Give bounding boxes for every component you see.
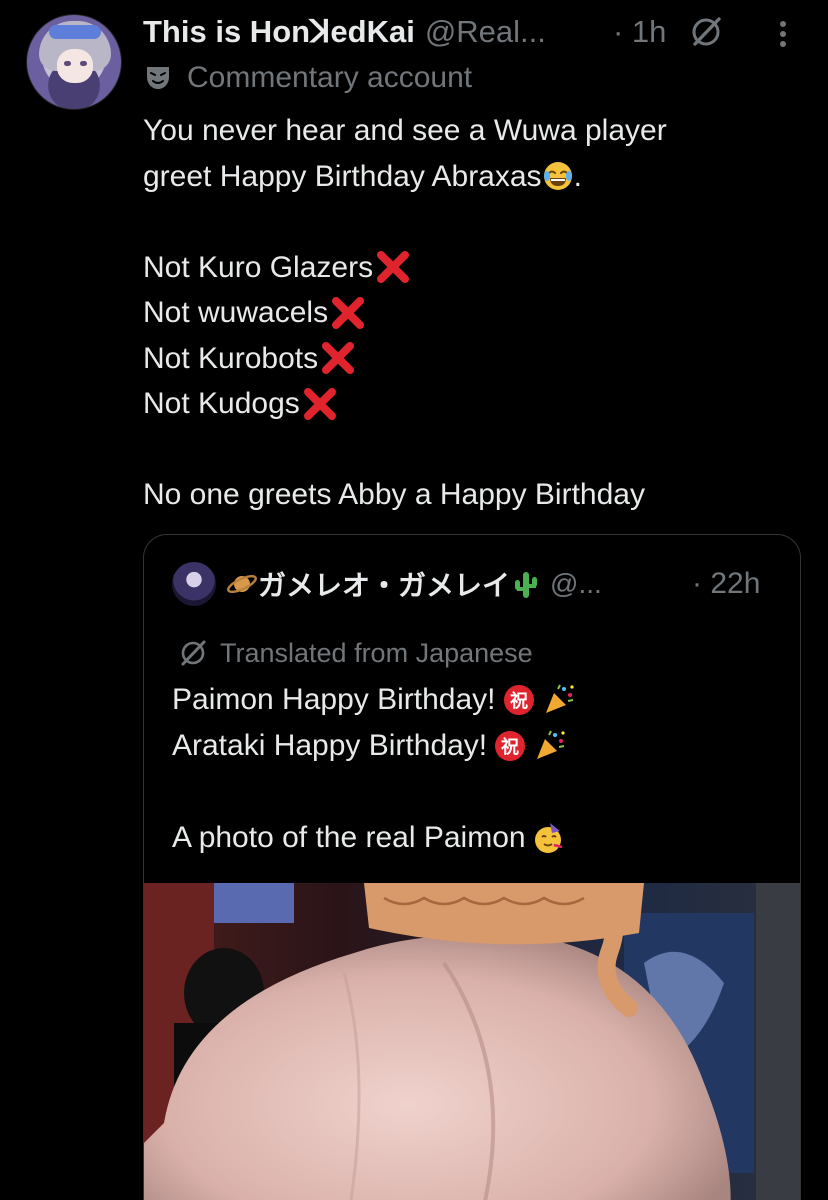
cactus-icon	[515, 572, 538, 598]
quoted-tweet-header: ガメレオ・ガメレイ @... · 22h	[172, 561, 782, 607]
author-handle[interactable]: @Real...	[425, 14, 546, 50]
cross-mark-icon	[322, 342, 355, 375]
quote-line: A photo of the real Paimon	[172, 815, 782, 861]
more-vertical-icon[interactable]	[773, 16, 793, 52]
paimon-costume-photo	[144, 883, 800, 1200]
quote-line: Paimon Happy Birthday! 祝	[172, 677, 782, 723]
svg-text:祝: 祝	[510, 690, 528, 712]
grok-icon[interactable]	[688, 14, 724, 50]
quoted-tweet-photo[interactable]	[144, 883, 800, 1200]
congratulations-kanji-icon: 祝	[503, 685, 534, 715]
commentary-label: Commentary account	[187, 61, 473, 94]
theater-mask-icon	[147, 67, 169, 89]
cross-mark-icon	[377, 251, 410, 284]
joy-emoji-icon	[543, 162, 572, 191]
grok-icon	[181, 640, 206, 666]
translation-notice[interactable]: Translated from Japanese	[178, 633, 533, 673]
ringed-planet-icon	[227, 575, 257, 593]
quoted-tweet-text: Paimon Happy Birthday! 祝 Arataki Happy B…	[172, 677, 782, 861]
quoted-author-avatar[interactable]	[172, 562, 216, 606]
quoted-tweet-card[interactable]: ガメレオ・ガメレイ @... · 22h Translated from Jap…	[143, 534, 801, 1200]
tweet-line: Not Kurobots	[143, 336, 813, 382]
tweet-header: This is HonꓘedKai @Real... · 1h	[143, 10, 803, 54]
tweet-line: Not Kuro Glazers	[143, 245, 813, 291]
tweet-line: You never hear and see a Wuwa player	[143, 114, 667, 147]
quote-line: Arataki Happy Birthday! 祝	[172, 723, 782, 769]
tweet-text: You never hear and see a Wuwa player gre…	[143, 108, 813, 518]
tweet-timestamp[interactable]: · 1h	[613, 14, 666, 50]
partying-face-icon	[534, 823, 562, 853]
svg-text:祝: 祝	[501, 736, 519, 758]
party-popper-icon	[545, 684, 574, 713]
congratulations-kanji-icon: 祝	[495, 731, 526, 761]
tweet-line: Not Kudogs	[143, 381, 813, 427]
tweet-line: No one greets Abby a Happy Birthday	[143, 478, 645, 511]
tweet-line: Not wuwacels	[143, 290, 813, 336]
account-label: Commentary account	[143, 58, 472, 98]
quoted-tweet-timestamp[interactable]: · 22h	[692, 567, 760, 601]
cross-mark-icon	[332, 296, 365, 329]
author-display-name[interactable]: This is HonꓘedKai	[143, 14, 415, 50]
quoted-author-handle[interactable]: @...	[550, 568, 602, 600]
party-popper-icon	[537, 730, 565, 759]
quoted-author-display-name[interactable]: ガメレオ・ガメレイ	[226, 564, 542, 604]
translated-label: Translated from Japanese	[220, 637, 533, 668]
tweet-line: greet Happy Birthday Abraxas .	[143, 159, 582, 193]
cross-mark-icon	[303, 387, 336, 420]
author-avatar[interactable]	[26, 14, 122, 110]
